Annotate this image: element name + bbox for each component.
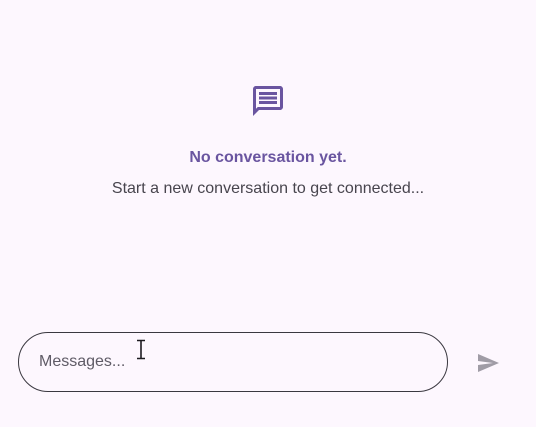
empty-state-title: No conversation yet.	[189, 149, 347, 166]
text-cursor-icon	[137, 339, 145, 360]
message-input[interactable]	[39, 333, 429, 391]
send-button[interactable]	[470, 347, 506, 379]
chat-bubble-icon	[253, 86, 283, 116]
empty-state-subtitle: Start a new conversation to get connecte…	[111, 180, 425, 197]
message-composer[interactable]	[18, 332, 448, 392]
send-icon	[478, 354, 499, 372]
